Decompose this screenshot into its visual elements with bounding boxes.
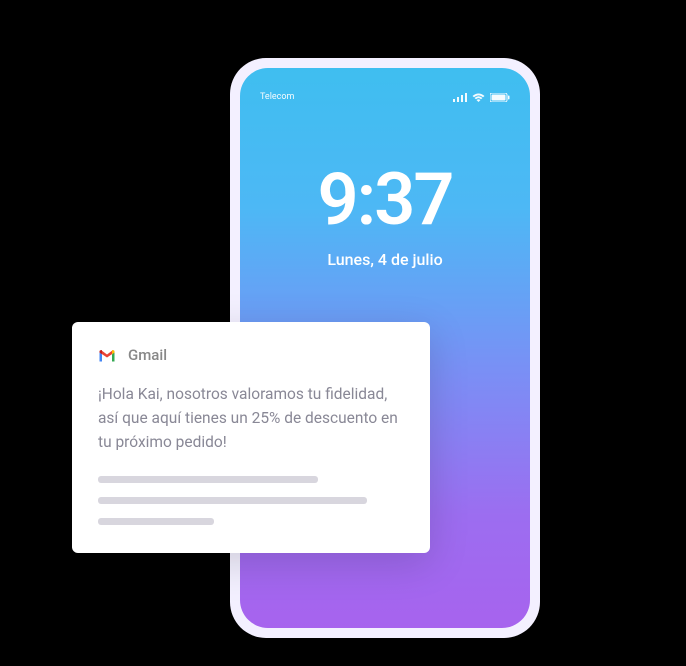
notification-card[interactable]: Gmail ¡Hola Kai, nosotros valoramos tu f… xyxy=(72,322,430,553)
placeholder-line xyxy=(98,497,367,504)
notification-header: Gmail xyxy=(98,346,404,364)
signal-icon xyxy=(453,93,467,102)
notification-app-name: Gmail xyxy=(128,346,167,364)
lock-screen-clock: 9:37 Lunes, 4 de julio xyxy=(260,164,510,269)
battery-icon xyxy=(490,93,510,102)
placeholder-line xyxy=(98,518,214,525)
placeholder-line xyxy=(98,476,318,483)
wifi-icon xyxy=(472,93,485,102)
notification-body: ¡Hola Kai, nosotros valoramos tu fidelid… xyxy=(98,382,404,454)
clock-date: Lunes, 4 de julio xyxy=(260,250,510,269)
clock-time: 9:37 xyxy=(260,164,510,236)
status-bar: Telecom xyxy=(260,92,510,102)
carrier-label: Telecom xyxy=(260,92,294,102)
notification-placeholder xyxy=(98,476,404,525)
status-icons xyxy=(453,93,510,102)
gmail-icon xyxy=(98,348,116,362)
